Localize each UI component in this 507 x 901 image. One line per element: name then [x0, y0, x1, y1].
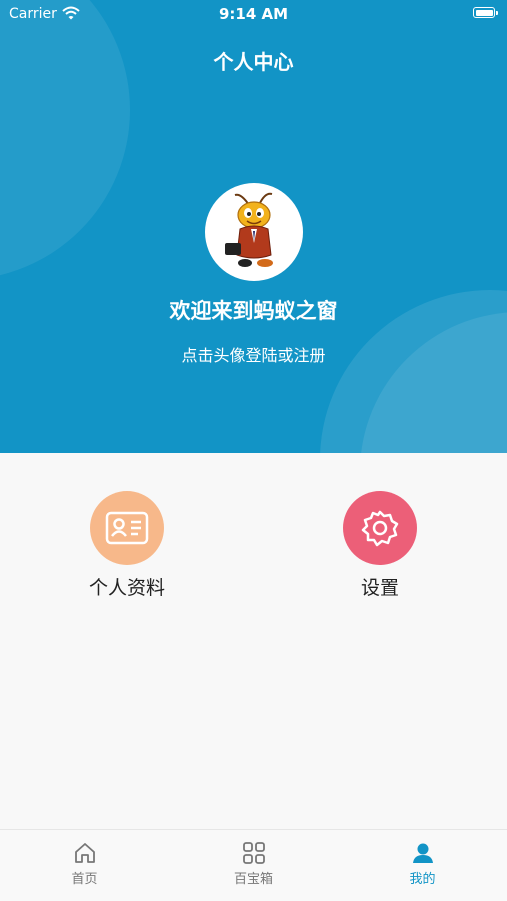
battery-icon	[473, 7, 498, 18]
profile-header: Carrier 9:14 AM 个人中心 欢迎来到蚂蚁之窗 点击头像登陆或注册	[0, 0, 507, 453]
ant-mascot-icon	[225, 192, 273, 267]
tab-label: 首页	[71, 872, 98, 887]
page-title: 个人中心	[213, 50, 294, 74]
user-icon	[412, 843, 433, 863]
home-icon	[74, 843, 95, 863]
tab-bar: 首页 百宝箱 我的	[0, 829, 507, 901]
tab-toolbox[interactable]: 百宝箱	[169, 830, 338, 901]
login-hint-link[interactable]: 点击头像登陆或注册	[0, 342, 507, 366]
gear-icon	[343, 491, 417, 565]
decor-arc	[0, 0, 130, 280]
menu-item-label: 设置	[360, 577, 399, 599]
welcome-text: 欢迎来到蚂蚁之窗	[169, 299, 338, 323]
status-time: 9:14 AM	[218, 5, 289, 23]
menu-item-settings[interactable]: 设置	[290, 491, 470, 600]
menu-item-label: 个人资料	[88, 577, 165, 599]
grid-icon	[242, 842, 265, 864]
avatar[interactable]	[205, 183, 303, 281]
tab-label: 百宝箱	[233, 872, 273, 887]
tab-mine[interactable]: 我的	[338, 830, 507, 901]
tab-label: 我的	[409, 872, 436, 887]
status-bar: Carrier 9:14 AM	[0, 0, 507, 28]
profile-card-icon	[90, 491, 164, 565]
tab-home[interactable]: 首页	[0, 830, 169, 901]
menu-item-profile[interactable]: 个人资料	[37, 491, 217, 600]
